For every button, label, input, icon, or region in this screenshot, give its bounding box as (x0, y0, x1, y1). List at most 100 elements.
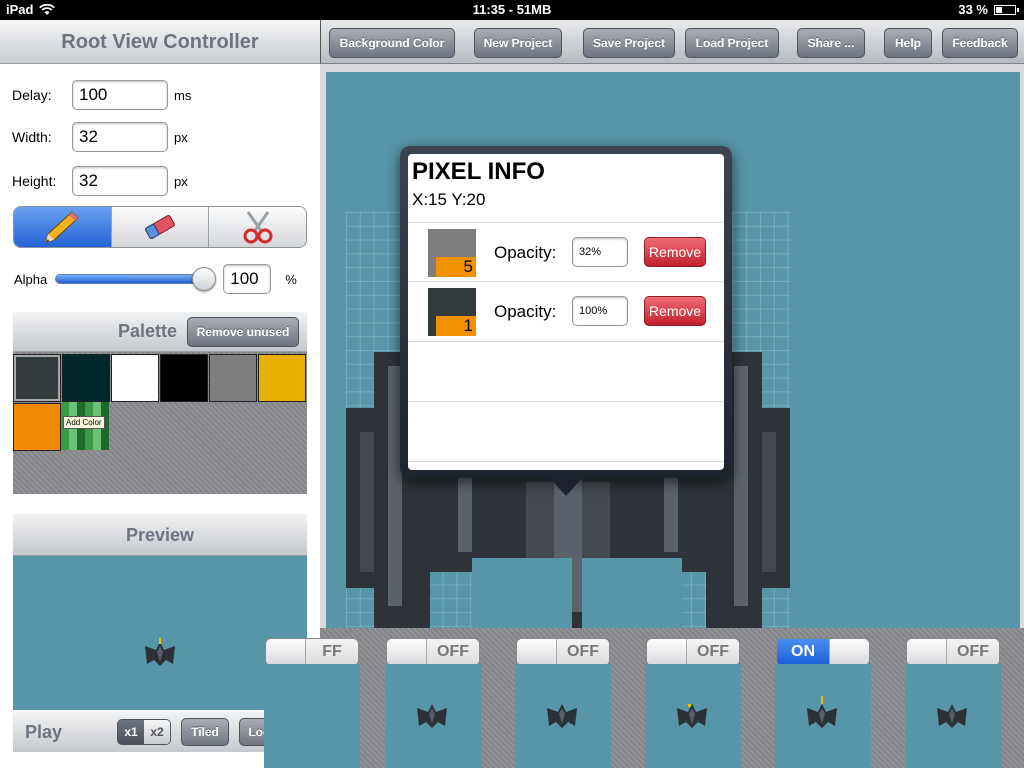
frame-toggle[interactable]: OFF (646, 638, 740, 666)
opacity-label: Opacity: (494, 243, 557, 262)
palette-swatch[interactable] (111, 354, 159, 402)
play-bar: Play x1 x2 Tiled Looped (13, 712, 307, 752)
preview-canvas (13, 556, 307, 710)
width-input[interactable] (72, 122, 168, 152)
remove-layer-button[interactable]: Remove (644, 296, 706, 326)
toggle-state: FF (306, 639, 358, 665)
delay-label: Delay: (12, 87, 52, 103)
speed-x1-button[interactable]: x1 (118, 720, 144, 744)
pixel-info-title: PIXEL INFO (412, 158, 545, 185)
play-label[interactable]: Play (25, 722, 117, 743)
add-color-label: Add Color (63, 416, 105, 429)
palette-swatch[interactable] (160, 354, 208, 402)
add-color-button[interactable]: Add Color (61, 402, 109, 450)
new-project-button[interactable]: New Project (474, 28, 562, 58)
alpha-slider-thumb[interactable] (192, 267, 217, 291)
frame-image (264, 664, 360, 768)
delay-unit: ms (174, 87, 192, 103)
frame-thumbnail[interactable]: OFF (515, 638, 611, 768)
palette-swatch[interactable] (62, 354, 110, 402)
height-unit: px (174, 173, 188, 189)
app-root: iPad 11:35 - 51MB 33 % Root View Control… (0, 0, 1024, 768)
toggle-state: OFF (947, 639, 999, 665)
palette-swatch[interactable] (209, 354, 257, 402)
alpha-label: Alpha (14, 271, 48, 287)
width-row: Width: px (12, 122, 188, 152)
preview-panel: Preview (13, 514, 307, 710)
frame-thumbnail[interactable]: OFF (905, 638, 1001, 768)
toggle-state: ON (777, 639, 829, 665)
share-button[interactable]: Share ... (797, 28, 865, 58)
spaceship-sprite-icon (807, 696, 837, 728)
pixel-coords: X:15 Y:20 (412, 190, 486, 209)
eraser-icon (145, 215, 175, 239)
height-row: Height: px (12, 166, 188, 196)
frame-image (775, 664, 871, 768)
pixel-info-content: PIXEL INFO X:15 Y:20 5 Opacity: Remove 1… (408, 154, 724, 470)
height-label: Height: (12, 173, 57, 189)
pencil-tool-button[interactable] (14, 207, 112, 247)
alpha-row: Alpha % (14, 264, 314, 294)
save-project-button[interactable]: Save Project (583, 28, 675, 58)
background-color-button[interactable]: Background Color (329, 28, 455, 58)
remove-unused-button[interactable]: Remove unused (187, 316, 299, 347)
battery-icon (994, 4, 1019, 15)
frame-toggle[interactable]: FF (265, 638, 359, 666)
spaceship-sprite-icon (547, 704, 577, 728)
delay-row: Delay: ms (12, 80, 191, 110)
opacity-input[interactable] (572, 296, 628, 326)
pixel-layer-row: 5 Opacity: Remove (408, 222, 724, 282)
toggle-state: OFF (427, 639, 479, 665)
status-bar: iPad 11:35 - 51MB 33 % (0, 0, 1024, 20)
feedback-button[interactable]: Feedback (942, 28, 1018, 58)
help-button[interactable]: Help (884, 28, 932, 58)
frame-image (385, 664, 481, 768)
pixel-info-popover: PIXEL INFO X:15 Y:20 5 Opacity: Remove 1… (400, 146, 732, 478)
scissors-icon (243, 211, 273, 244)
height-input[interactable] (72, 166, 168, 196)
layer-index-badge: 1 (436, 316, 476, 336)
frames-strip: FF OFF OFF OFF ON OFF (264, 628, 1024, 768)
speed-selector: x1 x2 (117, 719, 171, 745)
status-clock: 11:35 - 51MB (472, 2, 552, 17)
toggle-knob (829, 639, 869, 665)
palette-title: Palette (117, 321, 177, 341)
opacity-label: Opacity: (494, 302, 557, 321)
eraser-tool-button[interactable] (111, 207, 210, 247)
alpha-unit: % (285, 271, 297, 287)
frame-image (515, 664, 611, 768)
delay-input[interactable] (72, 80, 168, 110)
frame-toggle[interactable]: OFF (516, 638, 610, 666)
empty-row (408, 402, 724, 462)
load-project-button[interactable]: Load Project (685, 28, 779, 58)
opacity-input[interactable] (572, 237, 628, 267)
battery-percent: 33 % (958, 2, 988, 17)
toggle-state: OFF (687, 639, 739, 665)
palette-swatch[interactable] (13, 403, 61, 451)
pencil-icon (45, 211, 80, 243)
alpha-slider[interactable] (55, 267, 217, 291)
frame-thumbnail[interactable]: ON (775, 638, 871, 768)
toggle-state: OFF (557, 639, 609, 665)
layer-color-swatch: 1 (428, 288, 476, 336)
palette-panel: Palette Remove unused Add Color (13, 312, 307, 494)
palette-swatch[interactable] (258, 354, 306, 402)
frame-thumbnail[interactable]: FF (264, 638, 360, 768)
preview-title: Preview (13, 514, 307, 556)
frame-toggle[interactable]: ON (776, 638, 870, 666)
alpha-input[interactable] (223, 264, 272, 294)
spaceship-sprite-icon (677, 704, 707, 728)
frame-toggle[interactable]: OFF (906, 638, 1000, 666)
palette-swatch[interactable] (13, 354, 61, 402)
tiled-button[interactable]: Tiled (181, 718, 229, 746)
palette-header: Palette Remove unused (13, 312, 307, 352)
remove-layer-button[interactable]: Remove (644, 237, 706, 267)
frame-toggle[interactable]: OFF (386, 638, 480, 666)
frame-image (905, 664, 1001, 768)
speed-x2-button[interactable]: x2 (144, 720, 170, 744)
frame-thumbnail[interactable]: OFF (385, 638, 481, 768)
toggle-knob (907, 639, 947, 665)
frame-thumbnail[interactable]: OFF (645, 638, 741, 768)
scissors-tool-button[interactable] (209, 207, 306, 247)
layer-color-swatch: 5 (428, 229, 476, 277)
